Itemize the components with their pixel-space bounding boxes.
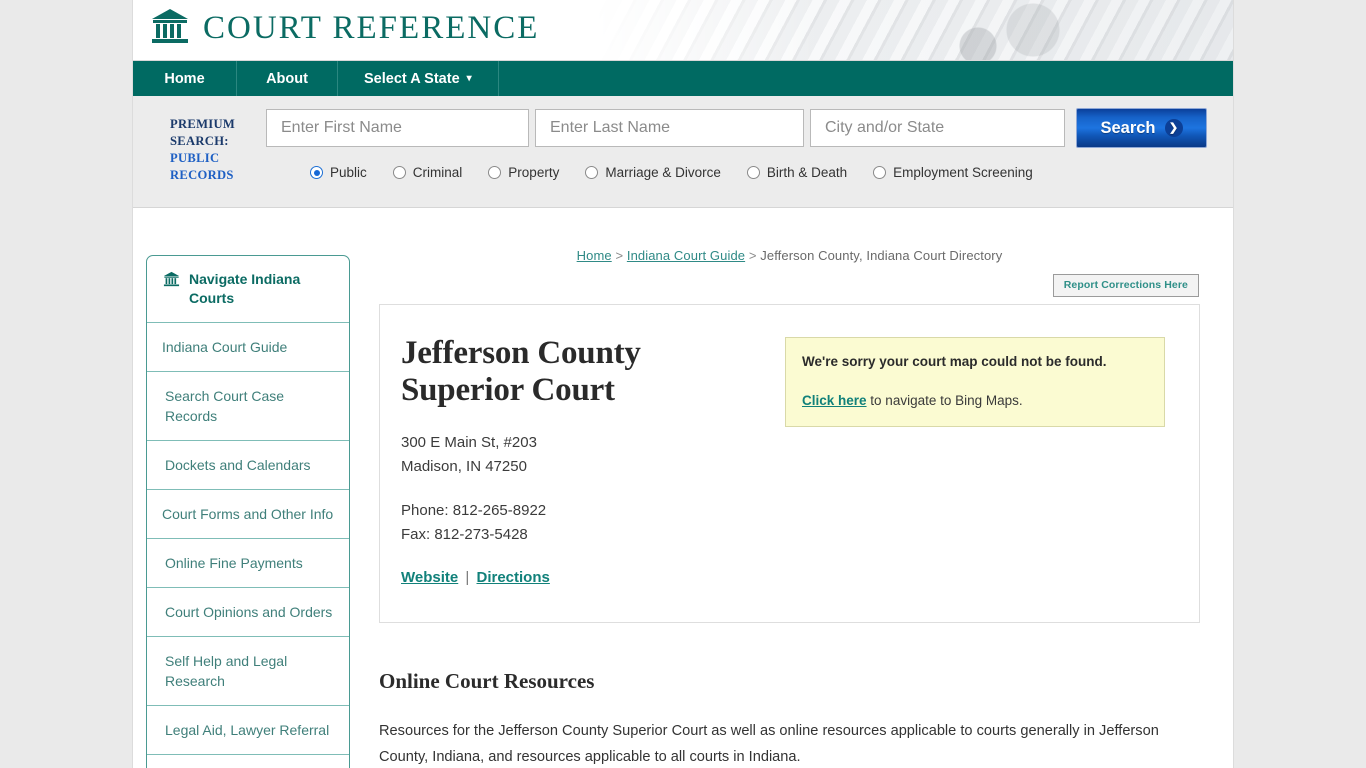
breadcrumb-link-indiana-court-guide[interactable]: Indiana Court Guide (627, 248, 745, 263)
nav-item-home-label: Home (164, 70, 205, 87)
court-details-card: Jefferson County Superior Court 300 E Ma… (379, 304, 1200, 623)
nav-item-home[interactable]: Home (133, 61, 237, 96)
main-column: Home > Indiana Court Guide > Jefferson C… (351, 208, 1233, 768)
map-panel: We're sorry your court map could not be … (785, 335, 1165, 586)
court-contact: Phone: 812-265-8922 Fax: 812-273-5428 (401, 499, 765, 547)
radio-marriage-divorce-label: Marriage & Divorce (605, 165, 721, 180)
premium-search-label-line2: PUBLIC RECORDS (170, 151, 234, 182)
sidebar-item-self-help-and-legal-research[interactable]: Self Help and Legal Research (147, 637, 349, 706)
sidebar-item-label: Self Help and Legal Research (165, 653, 288, 689)
map-notice-subtext: Click here to navigate to Bing Maps. (802, 393, 1146, 408)
page-title: Jefferson County Superior Court (401, 335, 641, 408)
address-line-2: Madison, IN 47250 (401, 458, 527, 475)
premium-search-inputs-row: Search ❯ (266, 108, 1233, 148)
court-fax: Fax: 812-273-5428 (401, 526, 528, 543)
breadcrumb-bar: Home > Indiana Court Guide > Jefferson C… (379, 248, 1200, 263)
sidebar-item-court-forms-and-other-info[interactable]: Court Forms and Other Info (147, 490, 349, 539)
court-address: 300 E Main St, #203 Madison, IN 47250 (401, 431, 765, 479)
page-content: Navigate Indiana Courts Indiana Court Gu… (133, 208, 1233, 768)
site-masthead: COURT REFERENCE (133, 0, 1233, 61)
sidebar-item-find-court-records-by-indiana-county[interactable]: Find Court Records by Indiana County (147, 755, 349, 768)
sidebar-item-label: Dockets and Calendars (165, 457, 311, 473)
radio-criminal[interactable]: Criminal (392, 165, 463, 180)
site-container: COURT REFERENCE Home About Select A Stat… (133, 0, 1233, 768)
radio-indicator (585, 166, 599, 179)
sidebar-header-label: Navigate Indiana Courts (189, 271, 301, 306)
breadcrumb-link-home[interactable]: Home (577, 248, 612, 263)
sidebar-header: Navigate Indiana Courts (147, 256, 349, 323)
main-navigation: Home About Select A State ▾ (133, 61, 1233, 96)
radio-property-label: Property (508, 165, 560, 180)
bing-maps-link[interactable]: Click here (802, 393, 867, 408)
sidebar-item-indiana-court-guide[interactable]: Indiana Court Guide (147, 323, 349, 372)
radio-indicator (488, 166, 502, 179)
sidebar-item-label: Indiana Court Guide (162, 339, 288, 355)
sidebar-item-online-fine-payments[interactable]: Online Fine Payments (147, 539, 349, 588)
sidebar-item-dockets-and-calendars[interactable]: Dockets and Calendars (147, 441, 349, 490)
directions-link[interactable]: Directions (477, 569, 550, 586)
record-type-radio-group: Public Criminal Property Marriage & Divo… (266, 165, 1233, 180)
premium-search-label: PREMIUM SEARCH: PUBLIC RECORDS (133, 108, 266, 207)
nav-item-about[interactable]: About (237, 61, 338, 96)
search-button[interactable]: Search ❯ (1076, 108, 1207, 148)
sidebar-item-court-opinions-and-orders[interactable]: Court Opinions and Orders (147, 588, 349, 637)
radio-indicator (310, 166, 323, 179)
report-corrections-row: Report Corrections Here (379, 274, 1200, 297)
radio-marriage-divorce[interactable]: Marriage & Divorce (585, 165, 721, 180)
address-line-1: 300 E Main St, #203 (401, 434, 537, 451)
navigate-courts-box: Navigate Indiana Courts Indiana Court Gu… (146, 255, 350, 768)
radio-public-label: Public (330, 165, 367, 180)
sidebar: Navigate Indiana Courts Indiana Court Gu… (133, 208, 351, 768)
map-not-found-notice: We're sorry your court map could not be … (785, 337, 1165, 427)
sidebar-item-label: Court Forms and Other Info (162, 506, 334, 522)
premium-search-fields: Search ❯ Public Criminal (266, 108, 1233, 207)
radio-indicator (746, 166, 760, 179)
map-notice-suffix: to navigate to Bing Maps. (866, 393, 1023, 408)
nav-item-select-a-state[interactable]: Select A State ▾ (338, 61, 499, 96)
link-separator: | (465, 569, 470, 586)
radio-indicator (392, 166, 406, 179)
site-title: COURT REFERENCE (203, 10, 540, 46)
court-info: Jefferson County Superior Court 300 E Ma… (401, 335, 765, 586)
courthouse-icon (150, 7, 190, 50)
radio-criminal-label: Criminal (412, 165, 463, 180)
radio-public[interactable]: Public (310, 165, 367, 180)
radio-employment-screening[interactable]: Employment Screening (873, 165, 1033, 180)
city-state-input[interactable] (810, 109, 1065, 147)
court-phone: Phone: 812-265-8922 (401, 502, 547, 519)
last-name-input[interactable] (535, 109, 804, 147)
radio-birth-death-label: Birth & Death (766, 165, 848, 180)
chevron-right-icon: ❯ (1164, 119, 1183, 137)
sidebar-item-label: Online Fine Payments (165, 555, 303, 571)
online-court-resources-heading: Online Court Resources (379, 669, 595, 693)
page-root: COURT REFERENCE Home About Select A Stat… (0, 0, 1366, 768)
map-notice-title: We're sorry your court map could not be … (802, 354, 1107, 369)
sidebar-item-legal-aid-lawyer-referral[interactable]: Legal Aid, Lawyer Referral (147, 706, 349, 755)
breadcrumb-separator: > (615, 248, 624, 263)
premium-search-label-line1: PREMIUM SEARCH: (170, 117, 236, 148)
radio-birth-death[interactable]: Birth & Death (746, 165, 848, 180)
breadcrumb-separator: > (748, 248, 757, 263)
website-link[interactable]: Website (401, 569, 458, 586)
online-court-resources-body: Resources for the Jefferson County Super… (379, 723, 1159, 765)
search-button-label: Search (1100, 118, 1156, 137)
sidebar-item-search-court-case-records[interactable]: Search Court Case Records (147, 372, 349, 441)
radio-employment-screening-label: Employment Screening (893, 165, 1033, 180)
radio-property[interactable]: Property (488, 165, 559, 180)
sidebar-item-label: Legal Aid, Lawyer Referral (165, 722, 330, 738)
chevron-down-icon: ▾ (466, 73, 472, 84)
nav-item-about-label: About (266, 70, 308, 87)
radio-indicator (873, 166, 887, 179)
breadcrumb: Home > Indiana Court Guide > Jefferson C… (577, 248, 1003, 263)
court-links: Website | Directions (401, 569, 765, 586)
nav-item-select-a-state-label: Select A State (364, 70, 460, 87)
report-corrections-button[interactable]: Report Corrections Here (1052, 274, 1199, 297)
first-name-input[interactable] (266, 109, 529, 147)
sidebar-item-label: Search Court Case Records (165, 388, 285, 424)
site-logo[interactable]: COURT REFERENCE (150, 7, 539, 50)
premium-search-bar: PREMIUM SEARCH: PUBLIC RECORDS Search ❯ (133, 96, 1233, 208)
sidebar-item-label: Court Opinions and Orders (165, 604, 333, 620)
breadcrumb-current: Jefferson County, Indiana Court Director… (760, 248, 1003, 263)
courthouse-icon (163, 271, 180, 292)
